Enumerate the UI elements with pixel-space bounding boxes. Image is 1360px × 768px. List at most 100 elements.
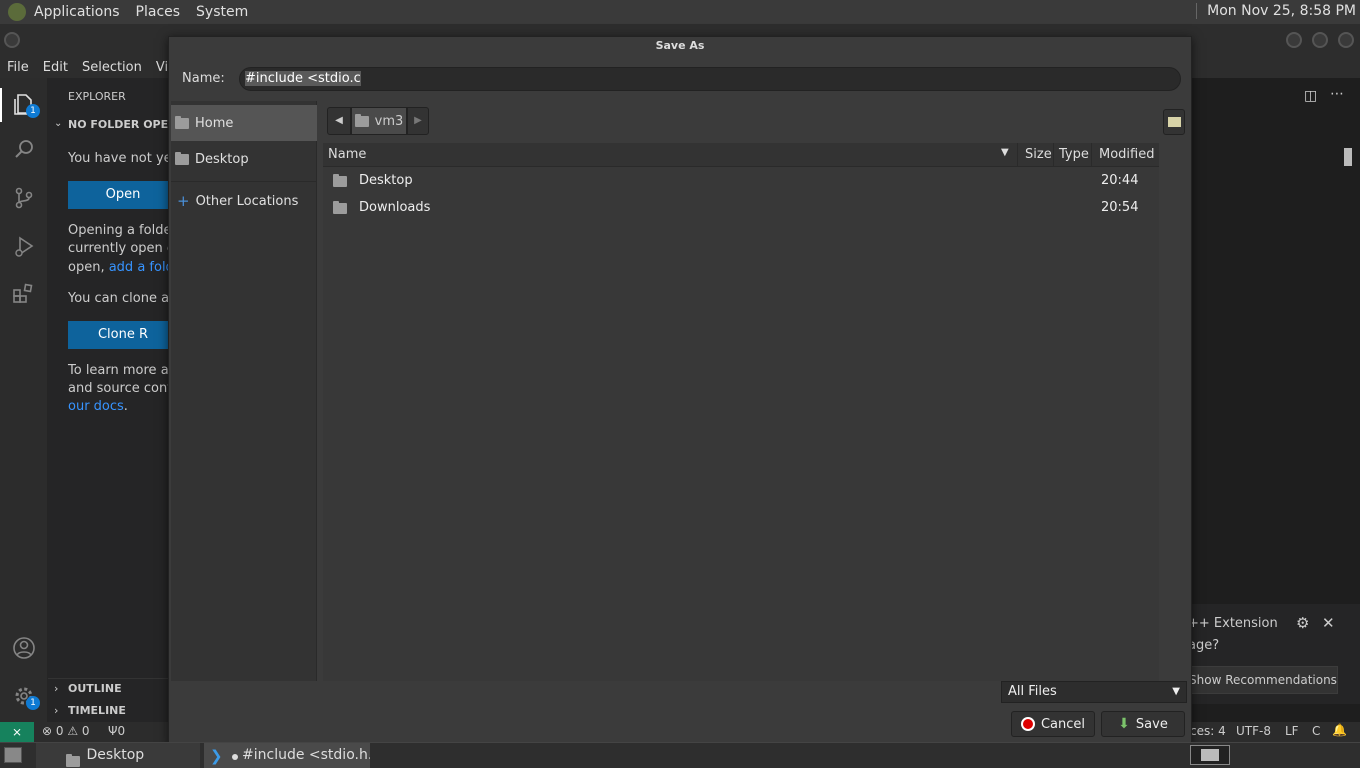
column-modified[interactable]: Modified bbox=[1099, 147, 1154, 162]
plus-icon: + bbox=[177, 192, 190, 210]
file-row-desktop[interactable]: Desktop 20:44 bbox=[323, 167, 1159, 194]
place-label: Home bbox=[195, 115, 234, 131]
split-editor-icon[interactable]: ◫ bbox=[1304, 88, 1317, 104]
filename-input[interactable]: #include <stdio.c bbox=[239, 67, 1181, 91]
chevron-right-icon[interactable]: › bbox=[54, 682, 58, 695]
search-icon[interactable] bbox=[12, 138, 36, 162]
home-folder-icon bbox=[175, 115, 189, 129]
account-icon[interactable] bbox=[12, 636, 36, 660]
folder-icon bbox=[333, 201, 347, 214]
folder-icon bbox=[333, 174, 347, 187]
cancel-button[interactable]: Cancel bbox=[1011, 711, 1095, 737]
maximize-icon[interactable] bbox=[1312, 32, 1328, 48]
explorer-badge: 1 bbox=[26, 104, 40, 118]
warning-count: 0 bbox=[81, 724, 90, 738]
applications-menu[interactable]: Applications bbox=[34, 4, 120, 20]
extensions-icon[interactable] bbox=[12, 282, 36, 306]
show-desktop-icon[interactable] bbox=[4, 747, 22, 763]
places-menu[interactable]: Places bbox=[136, 4, 181, 20]
desktop-folder-icon bbox=[175, 151, 189, 165]
filter-value: All Files bbox=[1008, 684, 1057, 699]
save-label: Save bbox=[1135, 716, 1168, 732]
place-desktop[interactable]: Desktop bbox=[171, 141, 317, 177]
name-label: Name: bbox=[182, 71, 225, 86]
window-menu-icon[interactable] bbox=[4, 32, 20, 48]
close-window-icon[interactable] bbox=[1338, 32, 1354, 48]
help-text: open, bbox=[68, 260, 105, 275]
encoding[interactable]: UTF-8 bbox=[1236, 724, 1271, 738]
file-list-scroll-gutter bbox=[1159, 143, 1189, 681]
language-mode[interactable]: C bbox=[1312, 724, 1320, 738]
scrollbar[interactable] bbox=[1344, 148, 1352, 166]
clock[interactable]: Mon Nov 25, 8:58 PM bbox=[1196, 3, 1356, 19]
path-segment-vm3[interactable]: vm3 bbox=[351, 107, 407, 135]
docs-link[interactable]: our docs bbox=[68, 399, 124, 414]
places-sidebar: Home Desktop + Other Locations bbox=[171, 101, 317, 681]
workspace-switcher[interactable] bbox=[1190, 745, 1230, 765]
filename-value: #include <stdio.c bbox=[245, 71, 361, 86]
extension-notification: ++ Extension ⚙ ✕ age? Show Recommendatio… bbox=[1186, 604, 1360, 704]
errors-warnings[interactable]: ⊗ 0 ⚠ 0 bbox=[42, 724, 90, 738]
folder-icon bbox=[66, 754, 80, 767]
remote-indicator-icon[interactable]: ⨯ bbox=[0, 722, 34, 742]
top-menu: Applications Places System bbox=[8, 3, 248, 21]
menu-edit[interactable]: Edit bbox=[43, 60, 68, 75]
taskbar-desktop-label: Desktop bbox=[86, 747, 145, 763]
source-control-icon[interactable] bbox=[12, 186, 36, 210]
top-panel: Applications Places System Mon Nov 25, 8… bbox=[0, 0, 1360, 24]
column-type[interactable]: Type bbox=[1059, 147, 1089, 162]
dialog-title: Save As bbox=[655, 39, 705, 52]
clone-repository-button[interactable]: Clone R bbox=[68, 321, 178, 349]
home-folder-icon bbox=[354, 113, 369, 127]
activity-bar: 1 1 bbox=[0, 78, 48, 722]
system-menu[interactable]: System bbox=[196, 4, 248, 20]
file-list: Name ▼ Size Type Modified Desktop 20:44 … bbox=[323, 143, 1189, 681]
place-label: Other Locations bbox=[195, 193, 299, 209]
menu-file[interactable]: File bbox=[7, 60, 29, 75]
run-debug-icon[interactable] bbox=[12, 234, 36, 258]
create-folder-button[interactable] bbox=[1163, 109, 1185, 135]
file-modified: 20:54 bbox=[1101, 200, 1139, 215]
file-row-downloads[interactable]: Downloads 20:54 bbox=[323, 194, 1159, 221]
open-folder-button[interactable]: Open bbox=[68, 181, 178, 209]
file-type-filter[interactable]: All Files ▼ bbox=[1001, 681, 1187, 703]
path-forward-arrow-icon[interactable]: ▶ bbox=[407, 107, 429, 135]
dropdown-arrow-icon: ▼ bbox=[1172, 686, 1180, 697]
chevron-down-icon[interactable]: ⌄ bbox=[54, 118, 62, 129]
file-modified: 20:44 bbox=[1101, 173, 1139, 188]
taskbar-vscode-window[interactable]: ❯ #include <stdio.h... bbox=[204, 743, 370, 768]
error-count: 0 bbox=[55, 724, 64, 738]
notifications-bell-icon[interactable]: 🔔 bbox=[1332, 723, 1347, 737]
docs-text-end: . bbox=[123, 399, 128, 414]
file-name: Desktop bbox=[359, 173, 413, 188]
explorer-sidebar: EXPLORER ⌄ NO FOLDER OPENE You have not … bbox=[48, 78, 189, 722]
place-home[interactable]: Home bbox=[171, 105, 317, 141]
timeline-section[interactable]: TIMELINE bbox=[68, 704, 126, 717]
sort-arrow-icon[interactable]: ▼ bbox=[1001, 147, 1009, 158]
outline-section[interactable]: OUTLINE bbox=[68, 682, 122, 695]
explorer-title: EXPLORER bbox=[68, 90, 126, 103]
show-recommendations-button[interactable]: Show Recommendations bbox=[1188, 666, 1338, 694]
path-bar: ◀ vm3 ▶ bbox=[327, 107, 437, 135]
close-icon[interactable]: ✕ bbox=[1322, 614, 1335, 632]
place-other-locations[interactable]: + Other Locations bbox=[171, 183, 317, 219]
save-download-icon: ⬇ bbox=[1118, 716, 1130, 732]
path-back-arrow-icon[interactable]: ◀ bbox=[327, 107, 351, 135]
column-name[interactable]: Name bbox=[328, 147, 366, 162]
path-segment-label: vm3 bbox=[374, 113, 404, 129]
notification-gear-icon[interactable]: ⚙ bbox=[1296, 614, 1309, 632]
file-list-header: Name ▼ Size Type Modified bbox=[323, 143, 1159, 167]
indentation[interactable]: ces: 4 bbox=[1190, 724, 1226, 738]
eol[interactable]: LF bbox=[1285, 724, 1299, 738]
taskbar-desktop[interactable]: Desktop bbox=[36, 743, 200, 768]
distro-logo-icon[interactable] bbox=[8, 3, 26, 21]
save-button[interactable]: ⬇ Save bbox=[1101, 711, 1185, 737]
more-actions-icon[interactable]: ⋯ bbox=[1330, 86, 1344, 102]
menu-selection[interactable]: Selection bbox=[82, 60, 142, 75]
column-size[interactable]: Size bbox=[1025, 147, 1052, 162]
chevron-right-icon[interactable]: › bbox=[54, 704, 58, 717]
minimize-icon[interactable] bbox=[1286, 32, 1302, 48]
ports-indicator[interactable]: Ψ0 bbox=[108, 724, 125, 738]
notification-text: ++ Extension bbox=[1188, 616, 1278, 631]
vscode-icon: ❯ bbox=[210, 747, 223, 765]
